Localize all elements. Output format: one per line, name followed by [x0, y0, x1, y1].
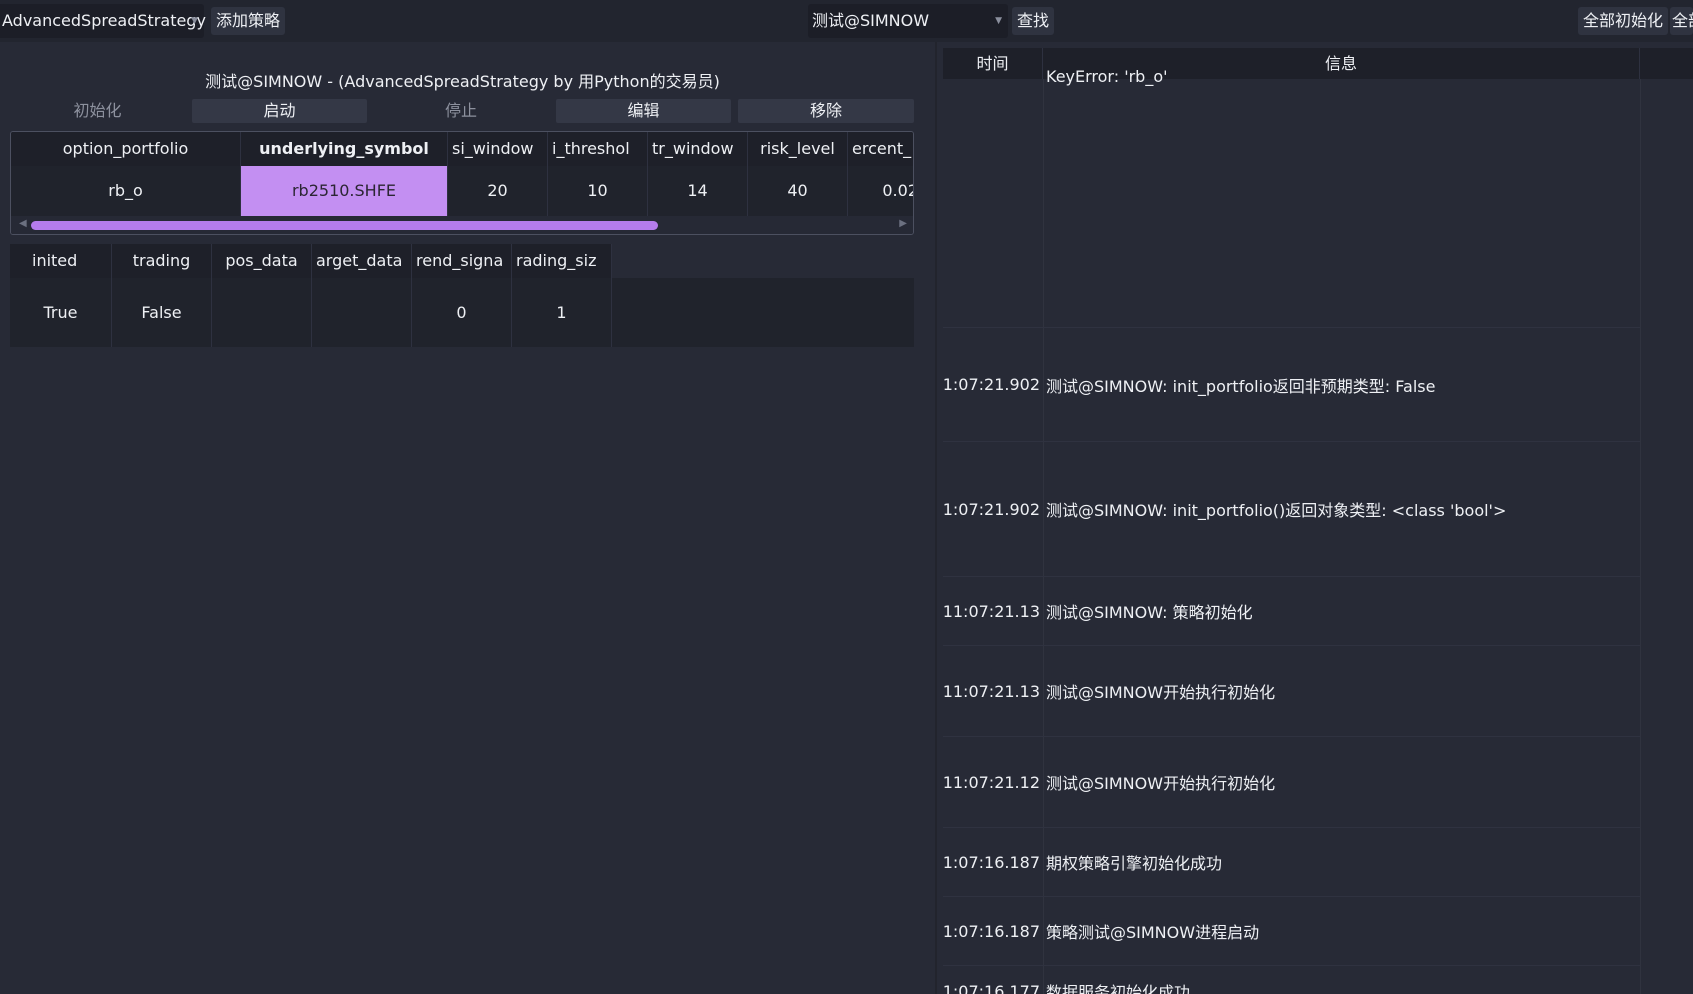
- param-cell[interactable]: 20: [448, 166, 548, 216]
- log-row: 11:07:21.13 测试@SIMNOW开始执行初始化: [943, 646, 1640, 737]
- log-row: KeyError: 'rb_o': [943, 65, 1640, 328]
- add-strategy-button[interactable]: 添加策略: [211, 7, 286, 35]
- var-header: arget_data: [312, 244, 412, 278]
- variable-row: True False 0 1: [10, 278, 612, 347]
- strategy-title: 测试@SIMNOW - (AdvancedSpreadStrategy by 用…: [205, 72, 720, 91]
- init-button[interactable]: 初始化: [15, 99, 180, 123]
- log-message: KeyError: 'rb_o': [1046, 67, 1168, 86]
- log-message: 策略测试@SIMNOW进程启动: [1046, 923, 1260, 942]
- chevron-down-icon: ▼: [995, 16, 1002, 26]
- scroll-left-icon[interactable]: ◀: [19, 218, 27, 229]
- var-header: inited: [10, 244, 112, 278]
- log-time: 11:07:21.13: [943, 681, 1040, 701]
- toolbar: AdvancedSpreadStrategy ▼ 添加策略 测试@SIMNOW …: [0, 0, 1693, 42]
- var-cell: False: [112, 278, 212, 347]
- scrollbar-thumb[interactable]: [31, 221, 658, 230]
- variable-header-row: inited trading pos_data arget_data rend_…: [10, 244, 914, 278]
- log-row: 11:07:16.177 数据服务初始化成功: [943, 966, 1640, 994]
- param-cell[interactable]: 14: [648, 166, 748, 216]
- param-header: tr_window: [648, 132, 748, 166]
- scroll-right-icon[interactable]: ▶: [899, 218, 907, 229]
- param-header: si_window: [448, 132, 548, 166]
- var-cell: True: [10, 278, 112, 347]
- panel-splitter[interactable]: [935, 42, 937, 994]
- log-message: 测试@SIMNOW: init_portfolio()返回对象类型: <clas…: [1046, 501, 1507, 520]
- param-cell[interactable]: 10: [548, 166, 648, 216]
- strategy-class-combo[interactable]: AdvancedSpreadStrategy ▼: [0, 4, 206, 38]
- param-header: i_threshol: [548, 132, 648, 166]
- start-button[interactable]: 启动: [192, 99, 367, 123]
- param-cell[interactable]: rb_o: [11, 166, 241, 216]
- log-row: 11:07:21.902 测试@SIMNOW: init_portfolio返回…: [943, 328, 1640, 442]
- param-cell[interactable]: rb2510.SHFE: [241, 166, 448, 216]
- log-time: 11:07:16.187: [943, 921, 1040, 941]
- param-header: risk_level: [748, 132, 848, 166]
- column-divider: [1640, 79, 1641, 994]
- log-message: 测试@SIMNOW开始执行初始化: [1046, 774, 1276, 793]
- param-header: ercent_: [852, 139, 912, 158]
- log-row: 11:07:21.12 测试@SIMNOW开始执行初始化: [943, 737, 1640, 828]
- var-cell: 1: [512, 278, 612, 347]
- log-row: 11:07:21.902 测试@SIMNOW: init_portfolio()…: [943, 442, 1640, 577]
- log-time: 11:07:21.902: [943, 375, 1040, 394]
- log-message: 测试@SIMNOW: init_portfolio返回非预期类型: False: [1046, 376, 1436, 396]
- log-time: 11:07:21.13: [943, 601, 1040, 621]
- log-panel: 时间 信息 KeyError: 'rb_o' 11:07:21.902 测试@S…: [943, 48, 1693, 994]
- param-cell[interactable]: 40: [748, 166, 848, 216]
- horizontal-scrollbar[interactable]: ◀ ▶: [11, 216, 913, 234]
- log-message: 测试@SIMNOW: 策略初始化: [1046, 603, 1253, 622]
- strategy-search-value: 测试@SIMNOW: [812, 11, 930, 30]
- variable-table: inited trading pos_data arget_data rend_…: [10, 244, 914, 347]
- log-message: 数据服务初始化成功: [1046, 983, 1191, 994]
- log-row: 11:07:16.187 期权策略引擎初始化成功: [943, 828, 1640, 897]
- var-cell: 0: [412, 278, 512, 347]
- param-header: underlying_symbol: [241, 132, 448, 166]
- chevron-down-icon: ▼: [191, 16, 198, 26]
- log-row: 11:07:21.13 测试@SIMNOW: 策略初始化: [943, 577, 1640, 646]
- edit-button[interactable]: 编辑: [556, 99, 731, 123]
- find-button[interactable]: 查找: [1012, 7, 1055, 35]
- parameter-table: option_portfolio underlying_symbol si_wi…: [10, 131, 914, 235]
- var-header: pos_data: [212, 244, 312, 278]
- var-cell: [212, 278, 312, 347]
- log-time: 11:07:16.187: [943, 852, 1040, 872]
- log-row: 11:07:16.187 策略测试@SIMNOW进程启动: [943, 897, 1640, 966]
- log-time: 11:07:21.12: [943, 772, 1040, 792]
- parameter-row: rb_o rb2510.SHFE 20 10 14 40 0.02: [11, 166, 913, 216]
- start-all-button[interactable]: 全部: [1670, 7, 1693, 35]
- var-header: rend_signa: [412, 244, 512, 278]
- parameter-header-row: option_portfolio underlying_symbol si_wi…: [11, 132, 913, 166]
- header-filler: [612, 244, 914, 278]
- param-cell[interactable]: 0.02: [848, 166, 913, 216]
- param-header: option_portfolio: [11, 132, 241, 166]
- strategy-search-combo[interactable]: 测试@SIMNOW ▼: [808, 4, 1008, 38]
- var-header: rading_siz: [512, 244, 612, 278]
- log-time: 11:07:21.902: [943, 499, 1040, 519]
- remove-button[interactable]: 移除: [738, 99, 914, 123]
- var-cell: [312, 278, 412, 347]
- log-message: 期权策略引擎初始化成功: [1046, 854, 1223, 873]
- log-time: 11:07:16.177: [943, 981, 1040, 994]
- strategy-class-value: AdvancedSpreadStrategy: [2, 11, 206, 30]
- var-header: trading: [112, 244, 212, 278]
- log-message: 测试@SIMNOW开始执行初始化: [1046, 683, 1276, 702]
- init-all-button[interactable]: 全部初始化: [1578, 7, 1669, 35]
- stop-button[interactable]: 停止: [380, 99, 542, 123]
